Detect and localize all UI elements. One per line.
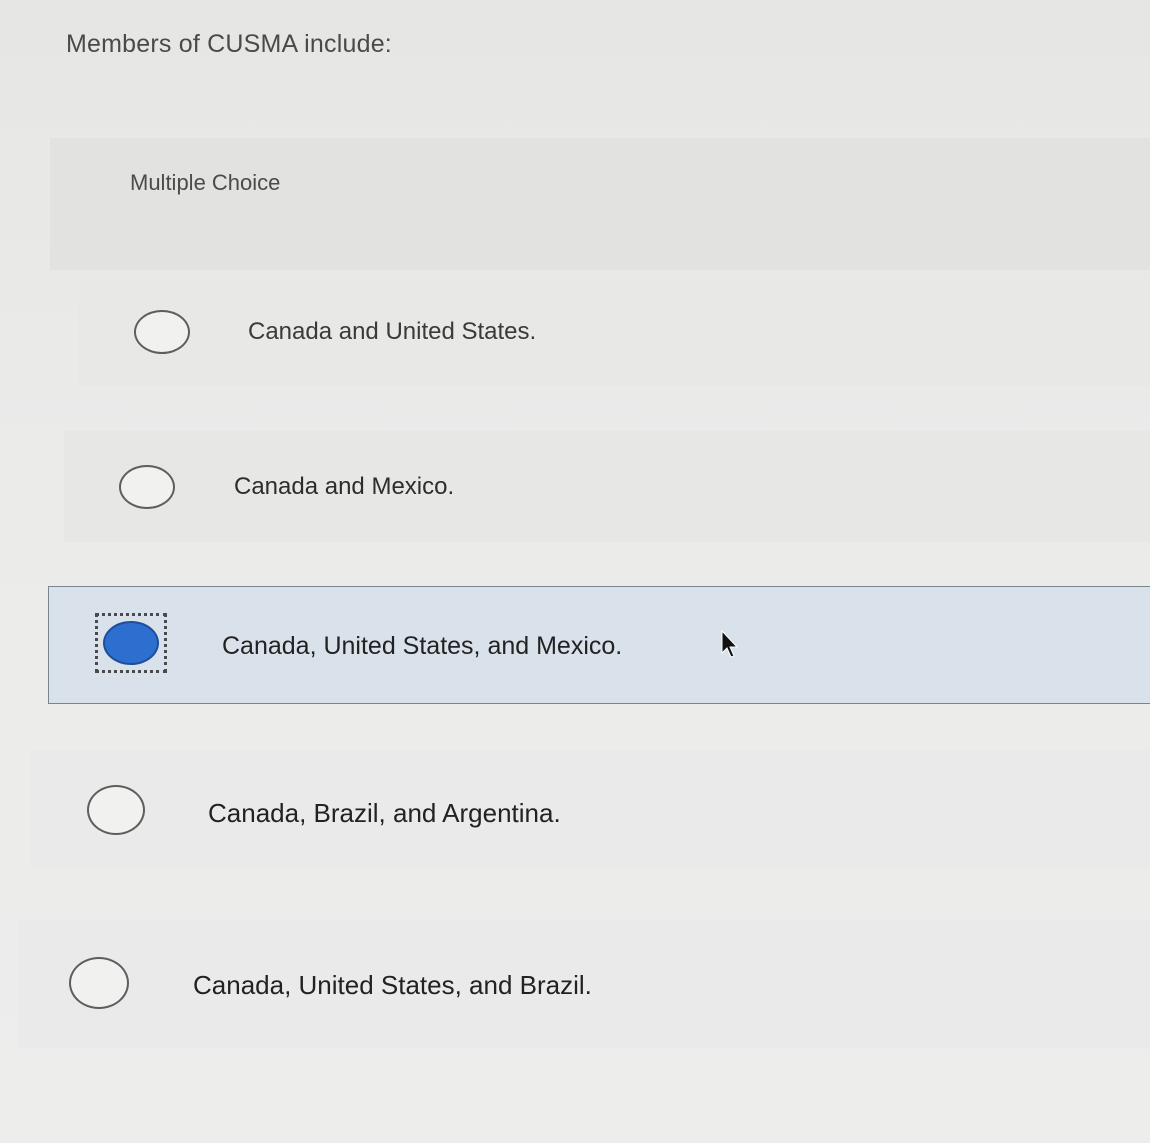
radio-checked-icon[interactable] xyxy=(103,621,159,665)
answer-option-3-selected[interactable]: Canada, United States, and Mexico. xyxy=(48,586,1150,704)
radio-unchecked-icon[interactable] xyxy=(134,310,190,354)
answer-option-4[interactable]: Canada, Brazil, and Argentina. xyxy=(30,750,1150,868)
radio-unchecked-icon[interactable] xyxy=(87,785,145,835)
answer-option-label: Canada, United States, and Mexico. xyxy=(222,632,623,660)
mouse-pointer-icon xyxy=(721,630,739,658)
radio-unchecked-icon[interactable] xyxy=(119,465,175,509)
question-type-panel xyxy=(50,138,1150,270)
question-text: Members of CUSMA include: xyxy=(66,30,392,58)
answer-option-label: Canada, United States, and Brazil. xyxy=(193,970,592,1000)
radio-unchecked-icon[interactable] xyxy=(69,957,129,1009)
answer-option-2[interactable]: Canada and Mexico. xyxy=(64,430,1150,542)
answer-option-5[interactable]: Canada, United States, and Brazil. xyxy=(18,920,1150,1048)
answer-option-label: Canada and United States. xyxy=(248,318,537,345)
answer-option-label: Canada and Mexico. xyxy=(234,473,455,500)
answer-option-label: Canada, Brazil, and Argentina. xyxy=(208,798,561,828)
question-type-label: Multiple Choice xyxy=(130,170,281,195)
answer-option-1[interactable]: Canada and United States. xyxy=(78,278,1150,386)
